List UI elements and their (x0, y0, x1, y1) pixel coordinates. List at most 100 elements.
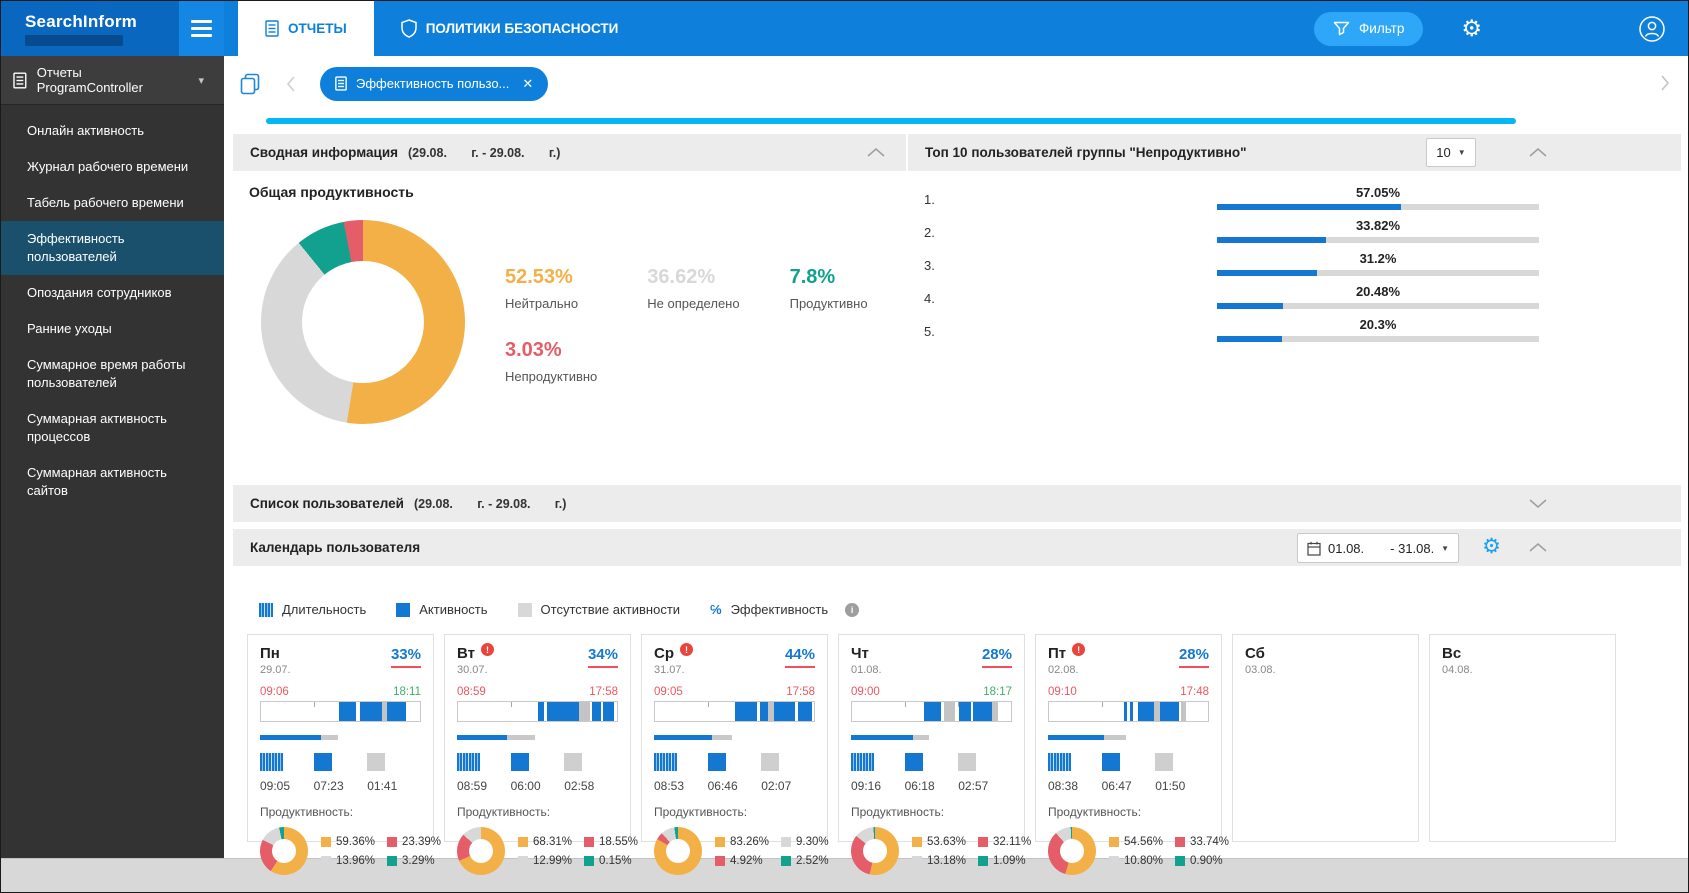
productivity-legend-item: 83.26% (715, 836, 769, 848)
legend-value: 2.52% (796, 854, 829, 867)
stat-absence: 01:41 (367, 753, 421, 793)
scroll-tabs-left-icon[interactable] (286, 75, 296, 93)
date-range-select[interactable]: 01.08. - 31.08. ▼ (1297, 533, 1459, 563)
sidebar-item-label: Суммарная активность сайтов (27, 465, 167, 498)
timeline-segment (1160, 702, 1180, 721)
productivity-legend-item: 0.15% (584, 855, 638, 867)
tab-reports[interactable]: ОТЧЕТЫ (238, 1, 374, 56)
legend-activity: Активность (396, 602, 488, 617)
user-account-icon[interactable] (1638, 15, 1666, 43)
timeline-segment (1138, 702, 1154, 721)
stat-value: 02:57 (958, 779, 989, 793)
expand-users-list-icon[interactable] (1528, 498, 1548, 509)
stat-duration: 08:59 (457, 753, 511, 793)
duration-icon (851, 753, 874, 771)
day-card-header: Вс (1442, 645, 1603, 662)
day-card[interactable]: Чт 28% 01.08. 09:00 18:17 09:16 06:18 02:57 Прод… (838, 634, 1031, 875)
day-card[interactable]: Пт! 28% 02.08. 09:10 17:48 08:38 06:47 01:50 Про… (1035, 634, 1229, 875)
day-stats: 08:38 06:47 01:50 (1048, 753, 1209, 793)
work-end-time: 17:58 (786, 686, 815, 698)
timeline-tick (510, 702, 512, 707)
rank-label: 3. (924, 258, 935, 273)
tab-security-policies[interactable]: ПОЛИТИКИ БЕЗОПАСНОСТИ (374, 1, 646, 56)
absence-icon (564, 753, 583, 771)
stat-absence: 01:50 (1155, 753, 1209, 793)
collapse-calendar-icon[interactable] (1528, 542, 1548, 553)
day-date: 04.08. (1442, 664, 1473, 676)
top10-row: 2. 33.82% (924, 210, 1539, 243)
legend-value: 4.92% (730, 854, 763, 867)
bar-value: 33.82% (1355, 218, 1401, 233)
close-tab-icon[interactable]: ✕ (522, 76, 533, 92)
absence-icon (1155, 753, 1174, 771)
timeline-tick (707, 702, 709, 707)
stat-activity: 06:18 (904, 753, 959, 793)
legend-color-swatch (715, 855, 725, 866)
legend-value: 68.31% (533, 835, 573, 848)
work-end-time: 18:17 (983, 686, 1012, 698)
sidebar-item[interactable]: Журнал рабочего времени (1, 149, 224, 185)
activity-icon (1101, 753, 1120, 771)
timeline-segment (958, 702, 972, 721)
scroll-tabs-right-icon[interactable] (1660, 74, 1670, 92)
day-label: Пт (1048, 645, 1067, 662)
report-icon (335, 76, 347, 91)
productivity-legend-item: 13.18% (912, 855, 966, 867)
top10-row: 3. 31.2% (924, 243, 1539, 276)
info-icon[interactable]: i (845, 602, 860, 617)
sidebar-item[interactable]: Суммарная активность процессов (1, 401, 224, 455)
sidebar-item[interactable]: Опоздания сотрудников (1, 275, 224, 311)
collapse-summary-icon[interactable] (866, 147, 886, 158)
topbar-actions: Фильтр ⚙ (1314, 1, 1688, 56)
productivity-label: Продуктивность: (260, 805, 354, 819)
timeline-segment (578, 702, 590, 721)
sidebar-item[interactable]: Табель рабочего времени (1, 185, 224, 221)
bar-group: 31.2% (1217, 251, 1539, 276)
open-report-tab-chip[interactable]: Эффективность пользо... ✕ (320, 66, 549, 101)
copy-tabs-icon[interactable] (238, 72, 262, 96)
day-card[interactable]: Пн 33% 29.07. 09:06 18:11 09:05 07:23 01:41 Прод… (247, 634, 441, 875)
day-efficiency-value: 28% (1178, 646, 1209, 668)
day-card[interactable]: Ср! 44% 31.07. 09:05 17:58 08:53 06:46 02:07 Про… (641, 634, 829, 875)
productivity-legend-item: 9.30% (781, 836, 829, 848)
sidebar-item[interactable]: Суммарное время работы пользователей (1, 347, 224, 401)
timeline-segment (537, 702, 544, 721)
bar-track (1217, 204, 1539, 210)
brand-logo: SearchInform (1, 1, 179, 56)
productivity-label: Продуктивность: (1048, 805, 1142, 819)
legend-value: 10.80% (1124, 854, 1164, 867)
filter-button[interactable]: Фильтр (1314, 11, 1424, 46)
duration-icon (259, 602, 273, 617)
work-times: 09:06 18:11 (260, 686, 421, 698)
bar-fill (1217, 303, 1283, 309)
rank-label: 4. (924, 291, 935, 306)
stat-value: 06:46 (707, 779, 738, 793)
sidebar-item[interactable]: Онлайн активность (1, 113, 224, 149)
day-card[interactable]: Сб 03.08. (1232, 634, 1419, 842)
productivity-legend: 68.31% 18.55% 12.99% 0.15% (518, 836, 638, 867)
sidebar-item[interactable]: Эффективность пользователей (1, 221, 224, 275)
legend-color-swatch (1175, 855, 1186, 866)
productivity-legend-item: 53.63% (912, 836, 966, 848)
productivity-label: Продуктивность: (654, 805, 748, 819)
timeline-segment (1130, 702, 1134, 721)
menu-toggle-button[interactable] (179, 1, 224, 56)
absence-icon (761, 753, 780, 771)
sidebar-item[interactable]: Ранние уходы (1, 311, 224, 347)
page-size-select[interactable]: 10 ▼ (1426, 138, 1476, 167)
day-card[interactable]: Вт! 34% 30.07. 08:59 17:58 08:59 06:00 02:58 Про… (444, 634, 638, 875)
top10-row: 1. 57.05% (924, 177, 1539, 210)
settings-gear-icon[interactable]: ⚙ (1461, 17, 1482, 40)
productivity-legend-item: 1.09% (978, 855, 1031, 867)
calendar-settings-gear-icon[interactable]: ⚙ (1482, 536, 1501, 557)
day-card[interactable]: Вс 04.08. (1429, 634, 1616, 842)
bar-value: 31.2% (1359, 251, 1397, 266)
calendar-title: Календарь пользователя (250, 540, 421, 555)
stat-activity: 06:47 (1101, 753, 1156, 793)
sidebar-report-group-select[interactable]: Отчеты ProgramController ▾ (1, 56, 224, 105)
stat-value: 08:53 (654, 779, 685, 793)
sidebar-item[interactable]: Суммарная активность сайтов (1, 455, 224, 509)
collapse-top10-icon[interactable] (1528, 147, 1548, 158)
legend-color-swatch (387, 836, 398, 847)
productivity-donut (851, 827, 899, 875)
